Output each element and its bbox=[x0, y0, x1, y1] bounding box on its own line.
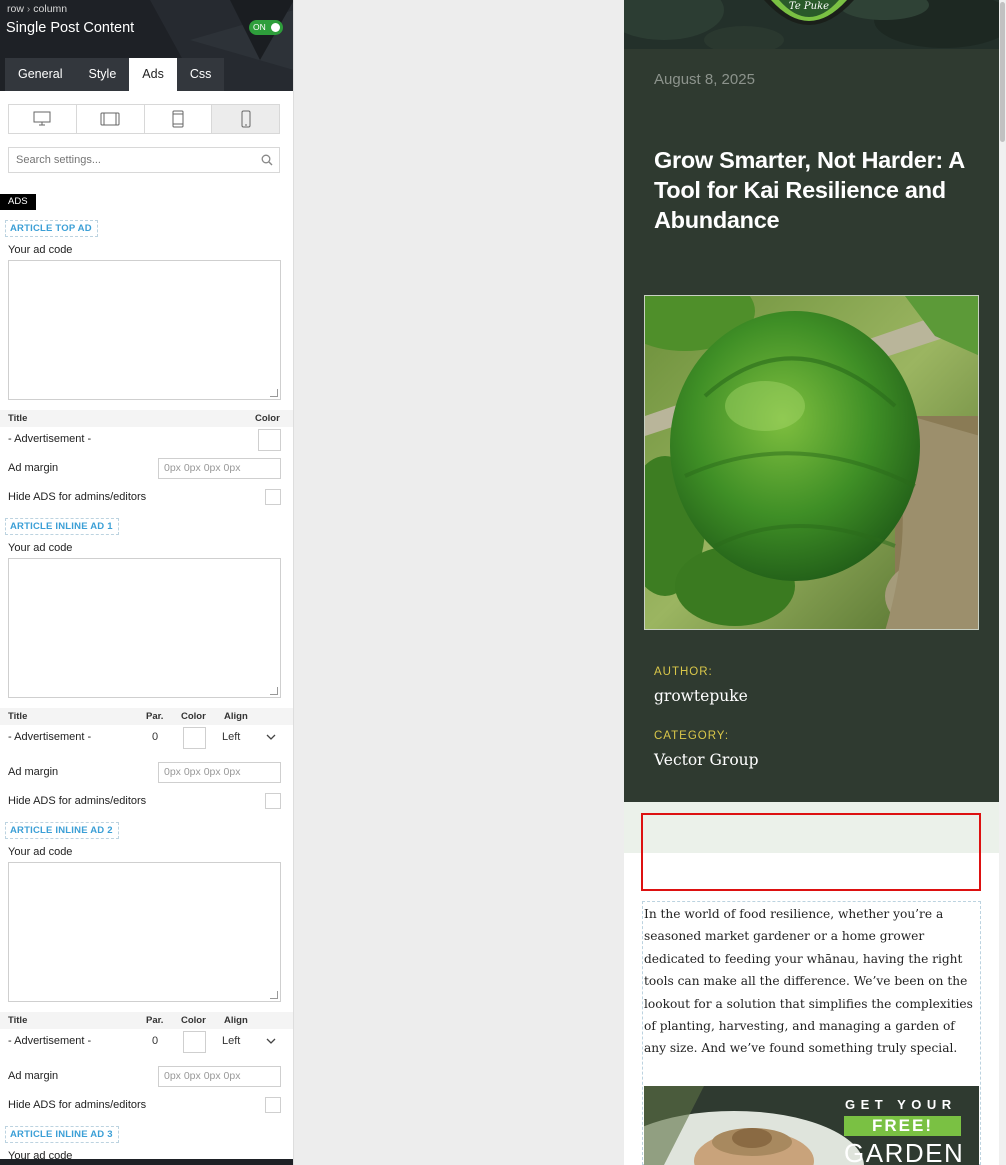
scrollbar-thumb[interactable] bbox=[1000, 2, 1005, 142]
par-value[interactable]: 0 bbox=[152, 1035, 158, 1047]
preview-scrollbar[interactable] bbox=[999, 0, 1006, 1165]
section-article-inline-ad-1: ARTICLE INLINE AD 1 bbox=[5, 518, 119, 535]
section-article-top-ad: ARTICLE TOP AD bbox=[5, 220, 98, 237]
hide-ads-checkbox[interactable] bbox=[265, 793, 281, 809]
post-title: Grow Smarter, Not Harder: A Tool for Kai… bbox=[654, 147, 965, 233]
ad-title-value[interactable]: - Advertisement - bbox=[8, 731, 91, 743]
ad-title-color-swatch[interactable] bbox=[183, 1031, 206, 1053]
settings-tabs: General Style Ads Css bbox=[5, 58, 225, 91]
inline-ad-2-code-textarea[interactable] bbox=[8, 862, 281, 1002]
align-select[interactable]: Left bbox=[222, 1035, 280, 1047]
top-ad-column-header: Title Color bbox=[0, 410, 293, 427]
align-select[interactable]: Left bbox=[222, 731, 280, 743]
inline-ad-1-column-header: Title Par. Color Align bbox=[0, 708, 293, 725]
tab-ads[interactable]: Ads bbox=[129, 58, 177, 91]
col-title: Title bbox=[8, 1015, 28, 1026]
category-value[interactable]: Vector Group bbox=[654, 751, 759, 769]
align-value: Left bbox=[222, 1035, 241, 1047]
promo-get-your: GET YOUR bbox=[845, 1097, 957, 1112]
hide-ads-checkbox[interactable] bbox=[265, 489, 281, 505]
device-phone[interactable] bbox=[212, 105, 279, 133]
col-par: Par. bbox=[146, 1015, 164, 1026]
author-label: AUTHOR: bbox=[654, 666, 713, 678]
inline-ad-2-column-header: Title Par. Color Align bbox=[0, 1012, 293, 1029]
settings-panel: row › column Single Post Content ON Gene… bbox=[0, 0, 294, 1165]
panel-title: Single Post Content bbox=[6, 20, 135, 36]
site-logo-text: Te Puke bbox=[788, 1, 830, 12]
col-align: Align bbox=[224, 1015, 248, 1026]
col-color: Color bbox=[181, 711, 206, 722]
promo-garden-text: GARDEN bbox=[844, 1138, 965, 1165]
promo-free-badge: FREE! bbox=[844, 1116, 961, 1136]
category-label: CATEGORY: bbox=[654, 730, 730, 742]
section-article-inline-ad-3: ARTICLE INLINE AD 3 bbox=[5, 1126, 119, 1143]
device-tablet-portrait[interactable] bbox=[145, 105, 213, 133]
ad-title-value[interactable]: - Advertisement - bbox=[8, 1035, 91, 1047]
hero-banner: Te Puke bbox=[624, 0, 999, 49]
ad-margin-label: Ad margin bbox=[8, 766, 59, 778]
ad-title-color-swatch[interactable] bbox=[183, 727, 206, 749]
search-settings bbox=[8, 147, 280, 173]
featured-image bbox=[644, 295, 979, 630]
toggle-knob bbox=[271, 23, 280, 32]
ad-title-color-swatch[interactable] bbox=[258, 429, 281, 451]
phone-icon bbox=[241, 110, 251, 128]
ads-badge: ADS bbox=[0, 194, 36, 210]
inline-ad-1-code-textarea[interactable] bbox=[8, 558, 281, 698]
breadcrumb-row[interactable]: row bbox=[7, 3, 24, 15]
toggle-label: ON bbox=[253, 22, 266, 32]
enable-toggle[interactable]: ON bbox=[249, 20, 283, 35]
ad-margin-label: Ad margin bbox=[8, 1070, 59, 1082]
ad-margin-input[interactable]: 0px 0px 0px 0px bbox=[158, 1066, 281, 1087]
promo-banner[interactable]: GET YOUR FREE! GARDEN bbox=[644, 1086, 979, 1165]
page-preview: Te Puke August 8, 2025 Grow Smarter, Not… bbox=[624, 0, 999, 1165]
chevron-down-icon bbox=[266, 1038, 276, 1044]
tablet-portrait-icon bbox=[172, 110, 184, 128]
chevron-down-icon bbox=[266, 734, 276, 740]
top-ad-code-textarea[interactable] bbox=[8, 260, 281, 400]
panel-header: row › column Single Post Content ON Gene… bbox=[0, 0, 293, 91]
ad-margin-input[interactable]: 0px 0px 0px 0px bbox=[158, 762, 281, 783]
col-align: Align bbox=[224, 711, 248, 722]
hide-ads-label: Hide ADS for admins/editors bbox=[8, 491, 147, 503]
article-top-ad-slot[interactable] bbox=[641, 813, 981, 891]
ad-code-label: Your ad code bbox=[8, 846, 73, 858]
col-title: Title bbox=[8, 413, 28, 424]
device-tablet-landscape[interactable] bbox=[77, 105, 145, 133]
panel-footer-bar bbox=[0, 1159, 293, 1165]
post-body-text: In the world of food resilience, whether… bbox=[644, 907, 973, 1056]
desktop-icon bbox=[33, 111, 51, 126]
tab-style[interactable]: Style bbox=[75, 58, 130, 91]
col-par: Par. bbox=[146, 711, 164, 722]
section-article-inline-ad-2: ARTICLE INLINE AD 2 bbox=[5, 822, 119, 839]
ad-code-label: Your ad code bbox=[8, 244, 73, 256]
col-color: Color bbox=[181, 1015, 206, 1026]
par-value[interactable]: 0 bbox=[152, 731, 158, 743]
author-value[interactable]: growtepuke bbox=[654, 687, 748, 705]
post-date: August 8, 2025 bbox=[654, 71, 755, 88]
col-color: Color bbox=[255, 413, 280, 424]
hide-ads-label: Hide ADS for admins/editors bbox=[8, 1099, 147, 1111]
col-title: Title bbox=[8, 711, 28, 722]
hide-ads-label: Hide ADS for admins/editors bbox=[8, 795, 147, 807]
search-icon[interactable] bbox=[261, 154, 273, 166]
ad-margin-label: Ad margin bbox=[8, 462, 59, 474]
chevron-right-icon: › bbox=[26, 3, 31, 15]
device-switcher bbox=[8, 104, 280, 134]
ad-code-label: Your ad code bbox=[8, 542, 73, 554]
device-desktop[interactable] bbox=[9, 105, 77, 133]
breadcrumb-column[interactable]: column bbox=[33, 3, 67, 15]
hide-ads-checkbox[interactable] bbox=[265, 1097, 281, 1113]
ad-margin-input[interactable]: 0px 0px 0px 0px bbox=[158, 458, 281, 479]
tab-css[interactable]: Css bbox=[176, 58, 225, 91]
align-value: Left bbox=[222, 731, 241, 743]
tablet-landscape-icon bbox=[100, 112, 120, 126]
papaya-photo bbox=[645, 296, 978, 629]
ad-title-value[interactable]: - Advertisement - bbox=[8, 433, 91, 445]
breadcrumb: row › column bbox=[7, 3, 67, 15]
post-header: August 8, 2025 Grow Smarter, Not Harder:… bbox=[624, 49, 999, 802]
search-input[interactable] bbox=[9, 148, 249, 172]
tab-general[interactable]: General bbox=[5, 58, 76, 91]
